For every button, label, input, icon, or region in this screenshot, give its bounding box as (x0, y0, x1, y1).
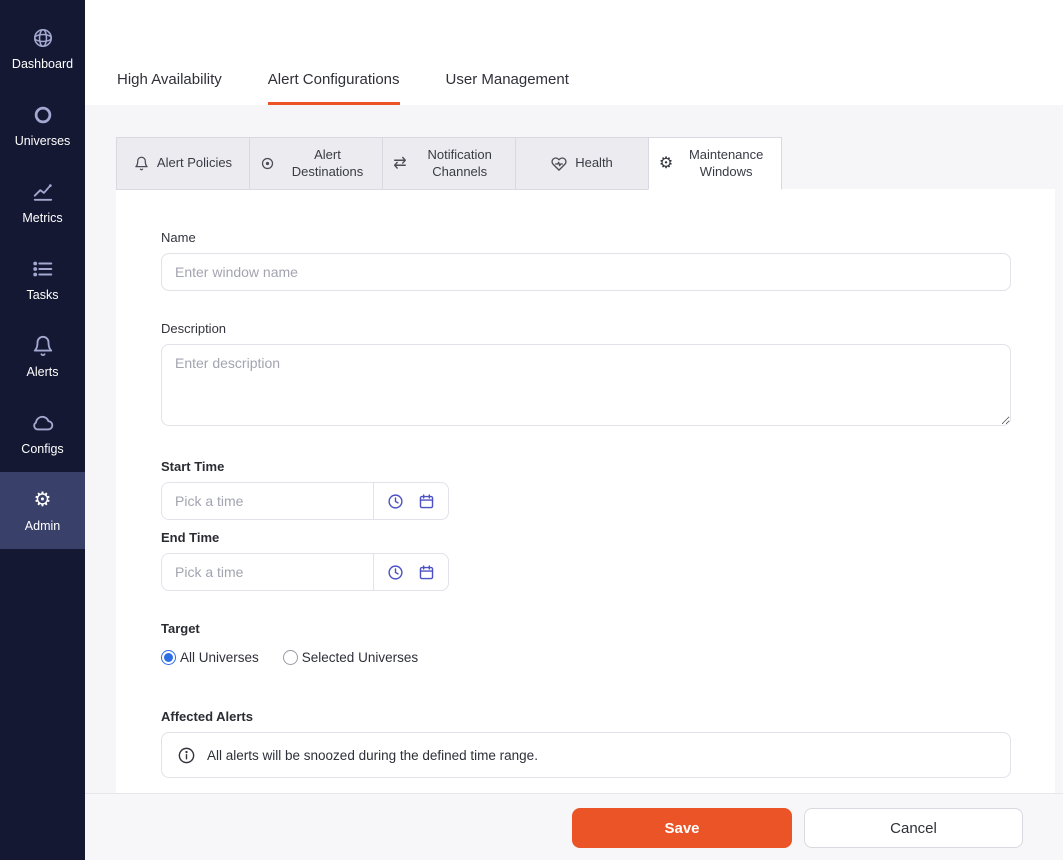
subtab-health[interactable]: Health (515, 137, 649, 190)
target-radio-group: All Universes Selected Universes (161, 650, 1011, 665)
sidebar-item-tasks[interactable]: Tasks (0, 241, 85, 318)
bell-icon (32, 334, 54, 358)
end-time-picker-icons (373, 554, 448, 590)
end-time-label: End Time (161, 530, 1011, 545)
start-time-field-group: Start Time (161, 459, 1011, 520)
radio-label: Selected Universes (302, 650, 418, 665)
subtab-label: Maintenance Windows (681, 147, 771, 181)
tasks-list-icon (32, 257, 54, 281)
gear-icon: ⚙ (659, 156, 673, 172)
subtab-alert-destinations[interactable]: Alert Destinations (249, 137, 383, 190)
gear-icon: ⚙ (34, 488, 52, 512)
subtab-label: Health (575, 155, 613, 172)
clock-icon[interactable] (387, 564, 404, 581)
affected-alerts-label: Affected Alerts (161, 709, 1011, 724)
calendar-icon[interactable] (418, 493, 435, 510)
radio-all-universes[interactable]: All Universes (161, 650, 259, 665)
affected-alerts-group: Affected Alerts All alerts will be snooz… (161, 709, 1011, 778)
form-footer: Save Cancel (85, 793, 1063, 860)
sidebar-item-label: Admin (25, 519, 60, 533)
subtab-label: Alert Policies (157, 155, 232, 172)
subtab-alert-policies[interactable]: Alert Policies (116, 137, 250, 190)
sidebar-item-label: Metrics (22, 211, 62, 225)
tab-high-availability[interactable]: High Availability (117, 71, 222, 105)
dashboard-globe-icon (32, 26, 54, 50)
start-time-input[interactable] (162, 483, 373, 519)
calendar-icon[interactable] (418, 564, 435, 581)
sidebar-item-label: Dashboard (12, 57, 73, 71)
app-root: Dashboard Universes Metrics Tasks Alerts (0, 0, 1063, 860)
start-time-label: Start Time (161, 459, 1011, 474)
tab-user-management[interactable]: User Management (446, 71, 569, 105)
swap-arrows-icon: ⇄ (393, 156, 406, 172)
description-label: Description (161, 321, 1011, 336)
sidebar: Dashboard Universes Metrics Tasks Alerts (0, 0, 85, 860)
radio-button-selected[interactable] (161, 650, 176, 665)
target-label: Target (161, 621, 1011, 636)
sub-tab-bar: Alert Policies Alert Destinations ⇄ Noti… (116, 137, 782, 190)
universes-ring-icon (32, 103, 54, 127)
main-area: High Availability Alert Configurations U… (85, 0, 1063, 860)
info-icon (177, 746, 196, 765)
sidebar-item-admin[interactable]: ⚙ Admin (0, 472, 85, 549)
cloud-icon (32, 411, 54, 435)
maintenance-window-form-panel: Name Description Start Time (116, 189, 1055, 793)
top-tab-bar: High Availability Alert Configurations U… (85, 0, 1063, 105)
sidebar-item-label: Tasks (27, 288, 59, 302)
target-field-group: Target All Universes Selected Universes (161, 621, 1011, 665)
description-field-group: Description (161, 321, 1011, 431)
radio-selected-universes[interactable]: Selected Universes (283, 650, 418, 665)
bell-icon (134, 156, 149, 171)
sidebar-item-configs[interactable]: Configs (0, 395, 85, 472)
sidebar-item-metrics[interactable]: Metrics (0, 164, 85, 241)
start-time-picker-icons (373, 483, 448, 519)
sidebar-item-label: Universes (15, 134, 71, 148)
sidebar-item-universes[interactable]: Universes (0, 87, 85, 164)
affected-alerts-info-box: All alerts will be snoozed during the de… (161, 732, 1011, 778)
cancel-button[interactable]: Cancel (804, 808, 1023, 848)
sidebar-item-label: Alerts (27, 365, 59, 379)
tab-alert-configurations[interactable]: Alert Configurations (268, 71, 400, 105)
radio-label: All Universes (180, 650, 259, 665)
sidebar-item-label: Configs (21, 442, 63, 456)
heart-pulse-icon (551, 156, 567, 172)
clock-icon[interactable] (387, 493, 404, 510)
end-time-field-group: End Time (161, 530, 1011, 591)
subtab-notification-channels[interactable]: ⇄ Notification Channels (382, 137, 516, 190)
name-field-group: Name (161, 230, 1011, 291)
subtab-maintenance-windows[interactable]: ⚙ Maintenance Windows (648, 137, 782, 190)
subtab-label: Alert Destinations (283, 147, 373, 181)
end-time-picker (161, 553, 449, 591)
end-time-input[interactable] (162, 554, 373, 590)
start-time-picker (161, 482, 449, 520)
metrics-chart-icon (32, 180, 54, 204)
alert-configurations-content: Alert Policies Alert Destinations ⇄ Noti… (85, 105, 1063, 860)
target-icon (260, 156, 275, 171)
sidebar-item-dashboard[interactable]: Dashboard (0, 10, 85, 87)
affected-alerts-message: All alerts will be snoozed during the de… (207, 748, 538, 763)
window-name-input[interactable] (161, 253, 1011, 291)
name-label: Name (161, 230, 1011, 245)
sidebar-item-alerts[interactable]: Alerts (0, 318, 85, 395)
save-button[interactable]: Save (572, 808, 792, 848)
radio-button-unselected[interactable] (283, 650, 298, 665)
description-textarea[interactable] (161, 344, 1011, 426)
subtab-label: Notification Channels (415, 147, 505, 181)
